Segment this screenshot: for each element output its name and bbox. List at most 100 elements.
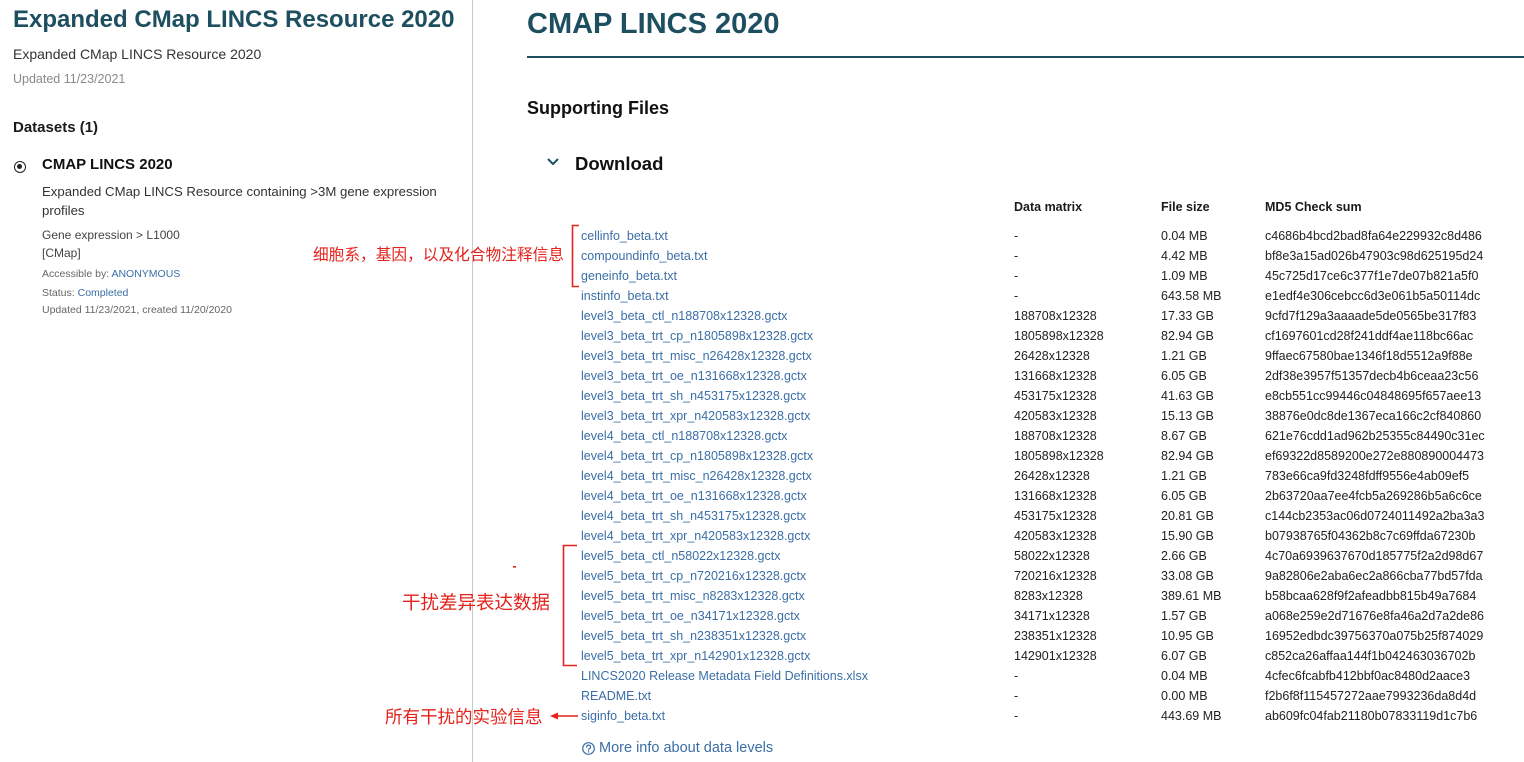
file-data-matrix: 26428x12328: [1014, 349, 1090, 363]
page-title: CMAP LINCS 2020: [527, 8, 780, 40]
file-md5-checksum: ef69322d8589200e272e880890004473: [1265, 449, 1484, 463]
file-size: 41.63 GB: [1161, 389, 1214, 403]
file-md5-checksum: 9cfd7f129a3aaaade5de0565be317f83: [1265, 309, 1477, 323]
file-md5-checksum: cf1697601cd28f241ddf4ae118bc66ac: [1265, 329, 1474, 343]
file-data-matrix: 131668x12328: [1014, 489, 1097, 503]
file-download-link[interactable]: level4_beta_trt_cp_n1805898x12328.gctx: [581, 446, 1014, 466]
file-download-link[interactable]: cellinfo_beta.txt: [581, 226, 1014, 246]
file-download-link[interactable]: LINCS2020 Release Metadata Field Definit…: [581, 666, 1014, 686]
file-data-matrix: -: [1014, 269, 1019, 283]
status-badge: Completed: [77, 287, 129, 299]
file-download-link[interactable]: level3_beta_trt_cp_n1805898x12328.gctx: [581, 326, 1014, 346]
file-download-link[interactable]: compoundinfo_beta.txt: [581, 246, 1014, 266]
file-size: 82.94 GB: [1161, 449, 1214, 463]
table-row: LINCS2020 Release Metadata Field Definit…: [581, 666, 1505, 686]
file-size: 2.66 GB: [1161, 549, 1207, 563]
file-md5-checksum: 783e66ca9fd3248fdff9556e4ab09ef5: [1265, 469, 1470, 483]
file-data-matrix: -: [1014, 669, 1019, 683]
file-download-link[interactable]: instinfo_beta.txt: [581, 286, 1014, 306]
download-file-table: Data matrix File size MD5 Check sum cell…: [581, 197, 1505, 726]
file-download-link[interactable]: level3_beta_trt_sh_n453175x12328.gctx: [581, 386, 1014, 406]
access-value: ANONYMOUS: [111, 268, 181, 280]
table-row: level3_beta_trt_misc_n26428x12328.gctx 2…: [581, 346, 1505, 366]
dataset-group: [CMap]: [42, 246, 81, 260]
table-row: level3_beta_trt_xpr_n420583x12328.gctx 4…: [581, 406, 1505, 426]
file-size: 0.04 MB: [1161, 669, 1208, 683]
file-download-link[interactable]: level5_beta_trt_misc_n8283x12328.gctx: [581, 586, 1014, 606]
file-data-matrix: -: [1014, 709, 1019, 723]
header-md5: MD5 Check sum: [1265, 200, 1362, 214]
file-download-link[interactable]: level4_beta_trt_misc_n26428x12328.gctx: [581, 466, 1014, 486]
file-size: 1.09 MB: [1161, 269, 1208, 283]
main-content: CMAP LINCS 2020 Supporting Files Downloa…: [473, 0, 1524, 762]
file-download-link[interactable]: level4_beta_trt_oe_n131668x12328.gctx: [581, 486, 1014, 506]
resource-updated-date: Updated 11/23/2021: [13, 72, 126, 86]
table-row: level5_beta_trt_sh_n238351x12328.gctx 23…: [581, 626, 1505, 646]
file-md5-checksum: c4686b4bcd2bad8fa64e229932c8d486: [1265, 229, 1482, 243]
file-data-matrix: 58022x12328: [1014, 549, 1090, 563]
file-size: 0.00 MB: [1161, 689, 1208, 703]
file-data-matrix: 188708x12328: [1014, 309, 1097, 323]
table-row: level3_beta_trt_sh_n453175x12328.gctx 45…: [581, 386, 1505, 406]
file-download-link[interactable]: level3_beta_trt_misc_n26428x12328.gctx: [581, 346, 1014, 366]
file-md5-checksum: b07938765f04362b8c7c69ffda67230b: [1265, 529, 1476, 543]
question-circle-icon: [582, 741, 595, 755]
access-label: Accessible by:: [42, 268, 110, 280]
file-data-matrix: 420583x12328: [1014, 409, 1097, 423]
radio-selected-icon[interactable]: [14, 161, 26, 173]
file-download-link[interactable]: level5_beta_trt_cp_n720216x12328.gctx: [581, 566, 1014, 586]
file-size: 20.81 GB: [1161, 509, 1214, 523]
dataset-access: Accessible by: ANONYMOUS: [42, 266, 180, 282]
file-size: 6.05 GB: [1161, 489, 1207, 503]
table-header: Data matrix File size MD5 Check sum: [581, 197, 1505, 217]
file-download-link[interactable]: siginfo_beta.txt: [581, 706, 1014, 726]
file-md5-checksum: 16952edbdc39756370a075b25f874029: [1265, 629, 1484, 643]
file-md5-checksum: 9a82806e2aba6ec2a866cba77bd57fda: [1265, 569, 1483, 583]
file-size: 6.05 GB: [1161, 369, 1207, 383]
file-size: 15.13 GB: [1161, 409, 1214, 423]
table-row: level4_beta_trt_xpr_n420583x12328.gctx 4…: [581, 526, 1505, 546]
file-data-matrix: 188708x12328: [1014, 429, 1097, 443]
header-file-size: File size: [1161, 200, 1210, 214]
file-download-link[interactable]: level5_beta_ctl_n58022x12328.gctx: [581, 546, 1014, 566]
file-download-link[interactable]: level3_beta_ctl_n188708x12328.gctx: [581, 306, 1014, 326]
header-file-name: [581, 197, 1014, 217]
file-size: 10.95 GB: [1161, 629, 1214, 643]
sidebar: Expanded CMap LINCS Resource 2020 Expand…: [0, 0, 472, 762]
file-data-matrix: -: [1014, 229, 1019, 243]
file-md5-checksum: 621e76cdd1ad962b25355c84490c31ec: [1265, 429, 1485, 443]
file-download-link[interactable]: geneinfo_beta.txt: [581, 266, 1014, 286]
download-section-toggle[interactable]: Download: [545, 152, 670, 176]
table-row: level4_beta_trt_sh_n453175x12328.gctx 45…: [581, 506, 1505, 526]
file-md5-checksum: bf8e3a15ad026b47903c98d625195d24: [1265, 249, 1484, 263]
file-download-link[interactable]: README.txt: [581, 686, 1014, 706]
resource-title: Expanded CMap LINCS Resource 2020: [13, 6, 455, 33]
file-size: 8.67 GB: [1161, 429, 1207, 443]
file-download-link[interactable]: level5_beta_trt_xpr_n142901x12328.gctx: [581, 646, 1014, 666]
file-md5-checksum: ab609fc04fab21180b07833119d1c7b6: [1265, 709, 1478, 723]
file-size: 0.04 MB: [1161, 229, 1208, 243]
more-info-link[interactable]: More info about data levels: [581, 739, 773, 757]
file-size: 1.21 GB: [1161, 349, 1207, 363]
file-data-matrix: 131668x12328: [1014, 369, 1097, 383]
file-data-matrix: 720216x12328: [1014, 569, 1097, 583]
file-download-link[interactable]: level3_beta_trt_oe_n131668x12328.gctx: [581, 366, 1014, 386]
file-download-link[interactable]: level5_beta_trt_sh_n238351x12328.gctx: [581, 626, 1014, 646]
file-data-matrix: 1805898x12328: [1014, 449, 1104, 463]
file-size: 1.21 GB: [1161, 469, 1207, 483]
file-size: 82.94 GB: [1161, 329, 1214, 343]
chevron-down-icon[interactable]: [547, 158, 559, 166]
table-row: level4_beta_ctl_n188708x12328.gctx 18870…: [581, 426, 1505, 446]
file-md5-checksum: 4c70a6939637670d185775f2a2d98d67: [1265, 549, 1484, 563]
file-size: 389.61 MB: [1161, 589, 1222, 603]
file-download-link[interactable]: level5_beta_trt_oe_n34171x12328.gctx: [581, 606, 1014, 626]
file-download-link[interactable]: level4_beta_trt_xpr_n420583x12328.gctx: [581, 526, 1014, 546]
file-download-link[interactable]: level4_beta_ctl_n188708x12328.gctx: [581, 426, 1014, 446]
header-data-matrix: Data matrix: [1014, 200, 1083, 214]
table-row: siginfo_beta.txt - 443.69 MB ab609fc04fa…: [581, 706, 1505, 726]
download-heading: Download: [575, 153, 664, 174]
file-size: 33.08 GB: [1161, 569, 1214, 583]
file-download-link[interactable]: level4_beta_trt_sh_n453175x12328.gctx: [581, 506, 1014, 526]
file-download-link[interactable]: level3_beta_trt_xpr_n420583x12328.gctx: [581, 406, 1014, 426]
file-size: 1.57 GB: [1161, 609, 1207, 623]
